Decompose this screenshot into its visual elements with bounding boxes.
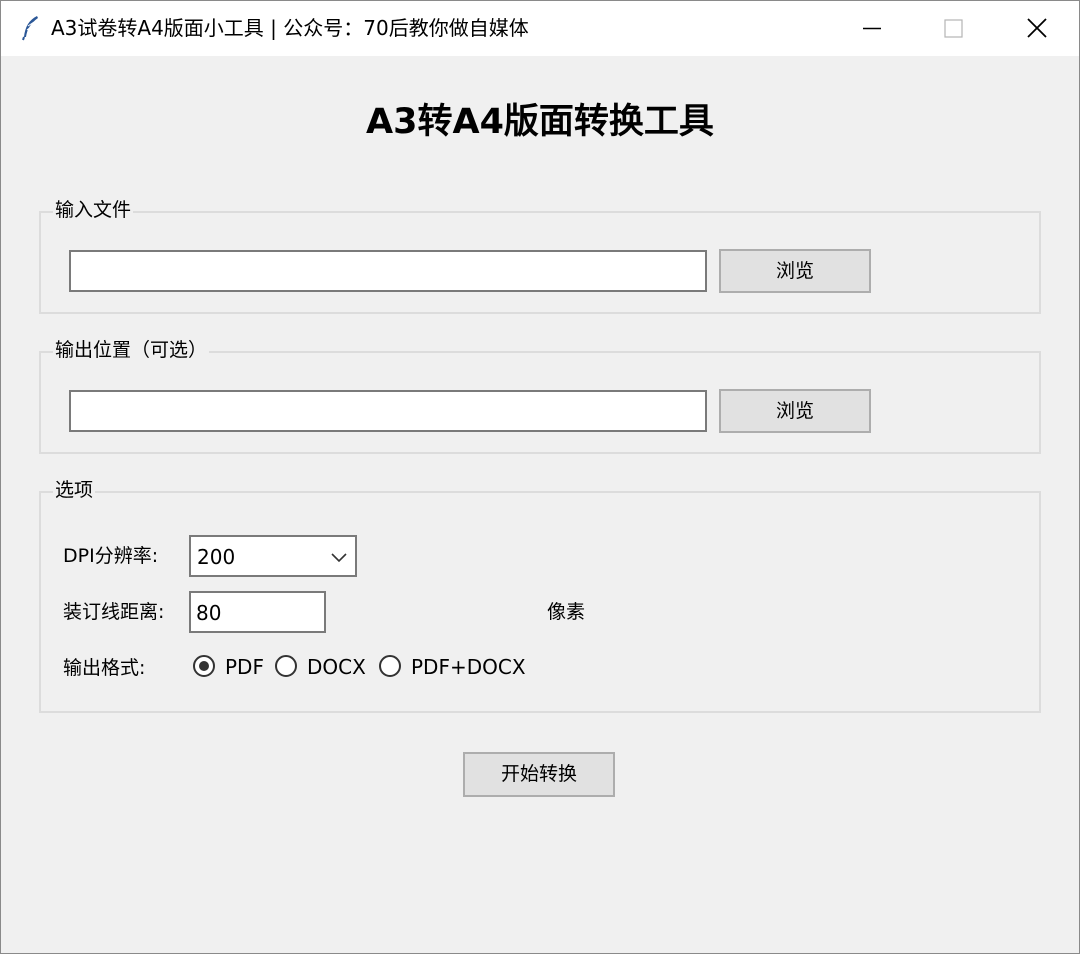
radio-label-docx: DOCX [307, 655, 366, 679]
radio-pdf[interactable]: PDF [193, 653, 273, 681]
radio-circle-pdf-docx[interactable] [379, 655, 401, 677]
radio-docx[interactable]: DOCX [275, 653, 375, 681]
radio-label-pdf-docx: PDF+DOCX [411, 655, 526, 679]
chevron-down-icon[interactable] [327, 545, 351, 569]
margin-label: 装订线距离: [63, 601, 165, 623]
close-button[interactable] [997, 1, 1077, 56]
input-path-field[interactable] [69, 250, 707, 292]
output-group-legend: 输出位置（可选） [53, 337, 210, 363]
start-convert-button[interactable]: 开始转换 [463, 752, 615, 797]
margin-field-value: 80 [196, 601, 222, 625]
output-browse-button[interactable]: 浏览 [719, 389, 871, 433]
output-path-field[interactable] [69, 390, 707, 432]
page-title: A3转A4版面转换工具 [366, 102, 714, 142]
maximize-button[interactable] [913, 1, 993, 56]
close-icon [1027, 18, 1047, 38]
radio-label-pdf: PDF [225, 655, 264, 679]
options-group-legend: 选项 [53, 477, 96, 503]
output-location-group: 输出位置（可选） 浏览 [39, 337, 1041, 454]
maximize-icon [944, 19, 963, 38]
radio-pdf-docx[interactable]: PDF+DOCX [379, 653, 549, 681]
dpi-label: DPI分辨率: [63, 545, 159, 567]
input-browse-button[interactable]: 浏览 [719, 249, 871, 293]
margin-unit-label: 像素 [547, 601, 586, 623]
title-bar[interactable]: A3试卷转A4版面小工具 | 公众号：70后教你做自媒体 [1, 1, 1079, 56]
radio-dot-pdf [199, 661, 209, 671]
dpi-select[interactable]: 200 [189, 535, 357, 577]
radio-circle-docx[interactable] [275, 655, 297, 677]
feather-icon [21, 15, 41, 41]
margin-field[interactable]: 80 [189, 591, 326, 633]
format-label: 输出格式: [63, 657, 146, 679]
minimize-button[interactable] [833, 1, 913, 56]
options-group: 选项 DPI分辨率: 200 装订线距离: 80 像素 输出格式: PDF DO… [39, 477, 1041, 713]
window-title: A3试卷转A4版面小工具 | 公众号：70后教你做自媒体 [51, 16, 529, 40]
dpi-select-value: 200 [197, 545, 236, 569]
app-window: A3试卷转A4版面小工具 | 公众号：70后教你做自媒体 A3转A4版面转换工具… [0, 0, 1080, 954]
minimize-icon [863, 27, 881, 30]
input-group-legend: 输入文件 [53, 197, 134, 223]
input-file-group: 输入文件 浏览 [39, 197, 1041, 314]
